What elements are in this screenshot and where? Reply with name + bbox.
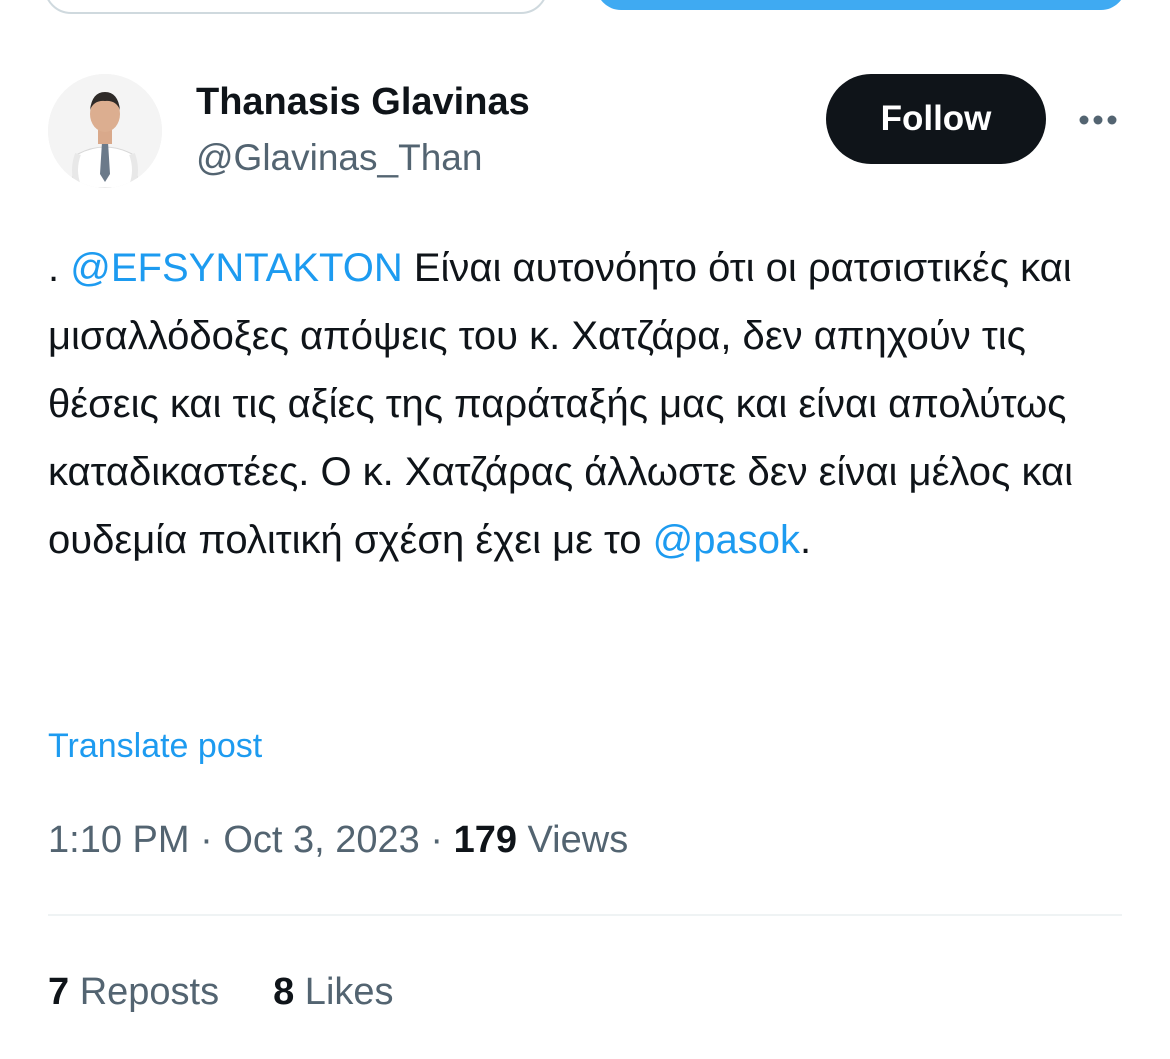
engagement-stats: 7 Reposts 8 Likes: [48, 964, 394, 1020]
translate-post-link[interactable]: Translate post: [48, 722, 262, 770]
reposts-stat[interactable]: 7 Reposts: [48, 964, 219, 1020]
more-options-button[interactable]: [1070, 100, 1126, 140]
likes-label: Likes: [294, 971, 394, 1013]
tweet-text: . @EFSYNTAKTON Είναι αυτονόητο ότι οι ρα…: [48, 234, 1128, 574]
mention-pasok[interactable]: @pasok: [653, 518, 800, 562]
meta-separator: ·: [419, 819, 454, 861]
top-right-button-fragment[interactable]: [596, 0, 1126, 10]
likes-count: 8: [273, 971, 295, 1013]
views-label: Views: [516, 819, 629, 861]
meta-separator: ·: [189, 819, 224, 861]
views-count: 179: [453, 819, 517, 861]
top-left-button-fragment[interactable]: [44, 0, 548, 14]
reposts-count: 7: [48, 971, 70, 1013]
avatar-photo: [48, 74, 162, 188]
author-name[interactable]: Thanasis Glavinas: [196, 78, 530, 126]
avatar[interactable]: [48, 74, 162, 188]
follow-button[interactable]: Follow: [826, 74, 1046, 164]
tweet-date[interactable]: Oct 3, 2023: [223, 819, 419, 861]
tweet-time[interactable]: 1:10 PM: [48, 819, 190, 861]
likes-stat[interactable]: 8 Likes: [273, 964, 393, 1020]
tweet-body: Είναι αυτονόητο ότι οι ρατσιστικές και μ…: [48, 246, 1073, 562]
more-horizontal-icon: [1079, 115, 1117, 125]
tweet-prefix: .: [48, 246, 71, 290]
author-handle[interactable]: @Glavinas_Than: [196, 134, 482, 182]
tweet-suffix: .: [800, 518, 812, 562]
reposts-label: Reposts: [69, 971, 220, 1013]
tweet-meta: 1:10 PM · Oct 3, 2023 · 179 Views: [48, 812, 628, 868]
mention-efsyntakton[interactable]: @EFSYNTAKTON: [70, 246, 403, 290]
divider: [48, 914, 1122, 916]
